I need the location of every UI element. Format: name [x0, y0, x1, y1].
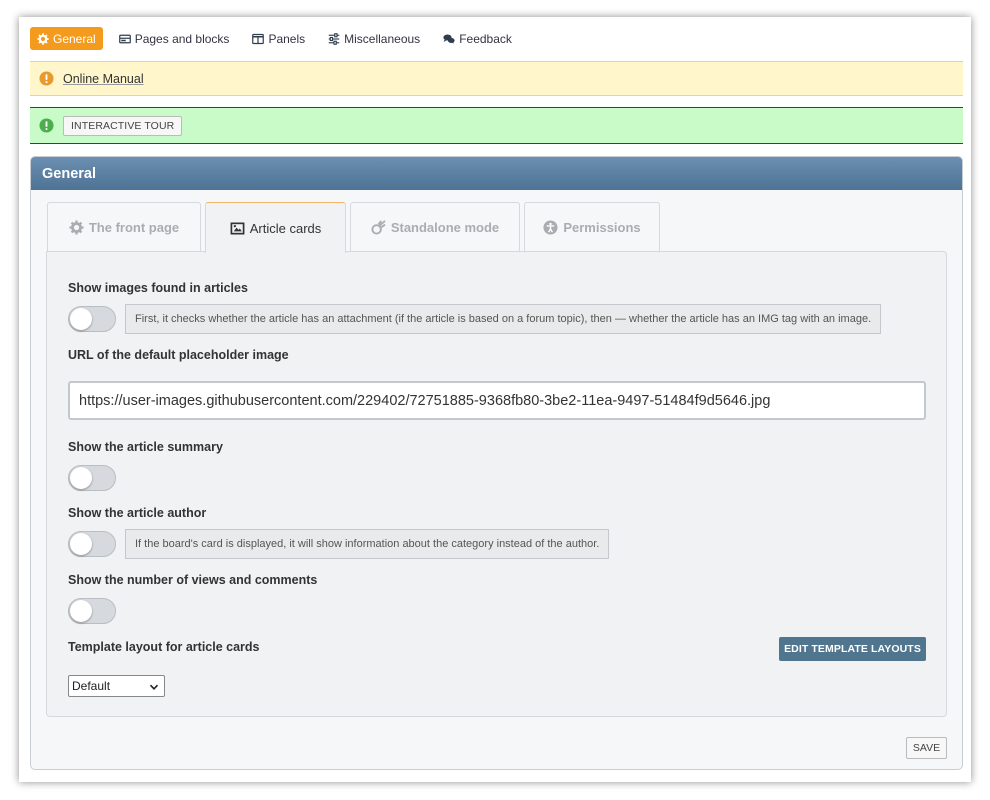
columns-icon — [252, 33, 265, 45]
toggle-knob — [70, 308, 92, 330]
article-cards-pane: Show images found in articles First, it … — [46, 251, 947, 717]
tab-label: The front page — [88, 220, 180, 235]
nav-item-label: Pages and blocks — [134, 31, 230, 46]
tab-article-cards[interactable]: Article cards — [205, 202, 346, 253]
tab-standalone-mode[interactable]: Standalone mode — [350, 202, 520, 252]
save-button[interactable]: SAVE — [906, 737, 947, 759]
nav-item-label: General — [53, 31, 96, 46]
settings-tabs: The front page Article cards Standalone … — [47, 202, 664, 253]
select-value: Default — [72, 679, 111, 693]
nav-item-label: Miscellaneous — [344, 31, 421, 46]
show-author-toggle[interactable] — [68, 531, 116, 557]
nav-item-general[interactable]: General — [30, 27, 103, 50]
show-summary-toggle[interactable] — [68, 465, 116, 491]
tab-permissions[interactable]: Permissions — [524, 202, 660, 252]
tab-label: Article cards — [249, 220, 322, 236]
toggle-knob — [70, 533, 92, 555]
online-manual-link[interactable]: Online Manual — [63, 72, 144, 86]
nav-item-label: Panels — [268, 31, 306, 46]
gear-icon — [37, 32, 49, 45]
show-author-label: Show the article author — [68, 506, 207, 520]
card-icon — [118, 33, 131, 45]
general-panel: General The front page Article cards Sta… — [30, 156, 963, 770]
toggle-knob — [70, 467, 92, 489]
template-layout-select[interactable]: Default — [68, 675, 165, 697]
panel-title: General — [31, 157, 962, 190]
edit-template-layouts-button[interactable]: EDIT TEMPLATE LAYOUTS — [779, 637, 926, 661]
manual-notice: Online Manual — [30, 61, 963, 96]
show-images-toggle[interactable] — [68, 306, 116, 332]
show-views-toggle[interactable] — [68, 598, 116, 624]
chevron-down-icon — [149, 681, 159, 695]
interactive-tour-button[interactable]: INTERACTIVE TOUR — [63, 115, 183, 136]
placeholder-url-label: URL of the default placeholder image — [68, 348, 289, 362]
meteor-icon — [371, 220, 386, 235]
toggle-knob — [70, 600, 92, 622]
sliders-icon — [328, 32, 340, 45]
show-summary-label: Show the article summary — [68, 440, 223, 454]
tab-front-page[interactable]: The front page — [47, 202, 201, 252]
show-images-label: Show images found in articles — [68, 281, 248, 295]
warning-icon — [39, 71, 54, 86]
image-icon — [230, 221, 245, 236]
gear-icon — [69, 220, 84, 235]
tab-label: Standalone mode — [390, 220, 500, 235]
template-layout-label: Template layout for article cards — [68, 640, 260, 654]
tab-label: Permissions — [563, 220, 641, 235]
nav-item-panels[interactable]: Panels — [245, 27, 312, 50]
comments-icon — [443, 33, 455, 45]
nav-item-pages-and-blocks[interactable]: Pages and blocks — [112, 27, 237, 50]
placeholder-url-input[interactable] — [68, 381, 926, 420]
accessibility-icon — [543, 220, 558, 235]
show-images-hint: First, it checks whether the article has… — [125, 304, 882, 334]
show-author-hint: If the board's card is displayed, it wil… — [125, 529, 610, 559]
settings-window: General Pages and blocks Panels Miscella… — [19, 17, 971, 782]
nav-item-feedback[interactable]: Feedback — [436, 27, 519, 50]
info-icon — [39, 118, 54, 133]
top-navigation: General Pages and blocks Panels Miscella… — [30, 27, 528, 50]
nav-item-miscellaneous[interactable]: Miscellaneous — [321, 27, 427, 50]
nav-item-label: Feedback — [459, 31, 512, 46]
tour-notice: INTERACTIVE TOUR — [30, 107, 963, 144]
show-views-label: Show the number of views and comments — [68, 573, 318, 587]
